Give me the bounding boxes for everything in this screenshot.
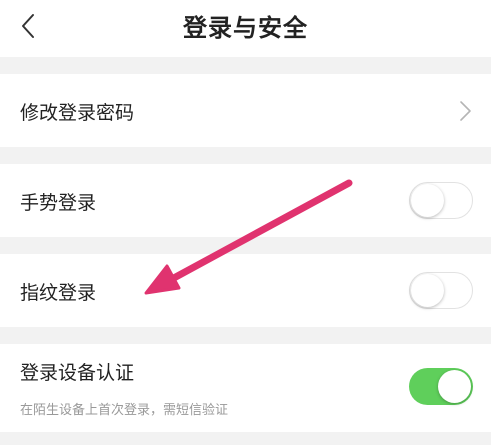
chevron-right-icon bbox=[457, 100, 473, 122]
page-title: 登录与安全 bbox=[183, 14, 308, 42]
gesture-login-row: 手势登录 bbox=[0, 164, 491, 237]
fingerprint-login-label: 指纹登录 bbox=[20, 282, 97, 304]
device-verification-toggle[interactable] bbox=[409, 368, 473, 405]
toggle-knob bbox=[438, 370, 471, 403]
header-bar: 登录与安全 bbox=[0, 0, 491, 57]
toggle-knob bbox=[411, 274, 444, 307]
gesture-login-toggle[interactable] bbox=[409, 182, 473, 219]
device-verification-row: 登录设备认证 在陌生设备上首次登录，需短信验证 bbox=[0, 344, 491, 432]
toggle-knob bbox=[411, 184, 444, 217]
fingerprint-login-toggle[interactable] bbox=[409, 272, 473, 309]
device-verification-description: 在陌生设备上首次登录，需短信验证 bbox=[20, 403, 229, 418]
change-password-row[interactable]: 修改登录密码 bbox=[0, 74, 491, 147]
device-verification-label: 登录设备认证 bbox=[20, 362, 135, 384]
change-password-label: 修改登录密码 bbox=[20, 102, 135, 124]
gesture-login-label: 手势登录 bbox=[20, 192, 97, 214]
fingerprint-login-row: 指纹登录 bbox=[0, 254, 491, 327]
